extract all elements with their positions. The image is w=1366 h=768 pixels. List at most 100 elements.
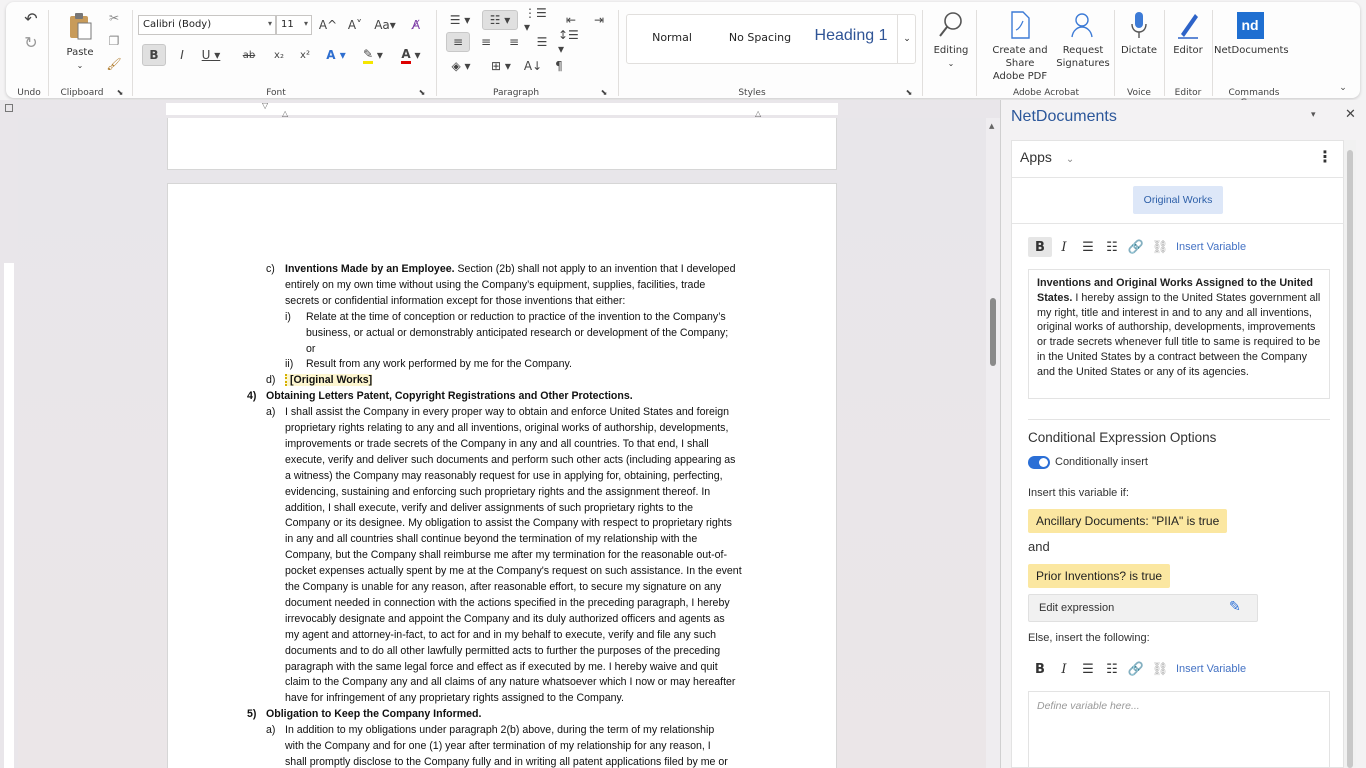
document-line[interactable]: secrets or confidential information exce… — [285, 293, 625, 309]
first-line-indent-icon[interactable]: ▽ — [262, 101, 268, 110]
style-normal[interactable]: Normal — [631, 31, 713, 44]
bold-button[interactable]: B — [142, 44, 166, 66]
document-line[interactable]: In addition to my obligations under para… — [285, 722, 714, 738]
pane-scrollbar-thumb[interactable] — [1347, 150, 1353, 768]
document-line[interactable]: shall promptly disclose to the Company f… — [285, 754, 728, 768]
document-line[interactable]: document needed in connection with the a… — [285, 595, 730, 611]
document-line[interactable]: claim to the Company any and all claims … — [285, 674, 735, 690]
font-size-dropdown[interactable]: 11 ▾ — [276, 15, 312, 35]
numbering-icon[interactable]: ☷ ▾ — [482, 10, 518, 30]
document-line[interactable]: entirely on my own time without using th… — [285, 277, 705, 293]
document-line[interactable]: proprietary rights relating to any and a… — [285, 420, 728, 436]
link-icon[interactable]: 🔗 — [1124, 659, 1148, 679]
style-heading-1[interactable]: Heading 1 — [803, 27, 899, 45]
highlight-color-icon[interactable]: ✎ ▾ — [358, 44, 388, 66]
numbered-list-icon[interactable]: ☷ — [1100, 659, 1124, 679]
document-line[interactable]: execute, verify and deliver such documen… — [285, 452, 735, 468]
document-line[interactable]: with the Company and for one (1) year af… — [285, 738, 711, 754]
superscript-button[interactable]: x² — [294, 44, 316, 66]
editing-button[interactable]: Editing ⌄ — [928, 10, 974, 70]
editor-button[interactable]: Editor — [1168, 10, 1208, 57]
document-line[interactable]: my agent and attorney-in-fact, to act fo… — [285, 627, 716, 643]
document-line[interactable]: evidencing, sustaining and enforcing suc… — [285, 484, 710, 500]
font-launcher-icon[interactable]: ⬊ — [416, 86, 428, 98]
paragraph-launcher-icon[interactable]: ⬊ — [598, 86, 610, 98]
variable-content-editor[interactable]: Inventions and Original Works Assigned t… — [1028, 269, 1330, 399]
change-case-button[interactable]: Aa ▾ — [370, 15, 400, 35]
styles-launcher-icon[interactable]: ⬊ — [903, 86, 915, 98]
document-line[interactable]: improvements or trade secrets of the Com… — [285, 436, 709, 452]
right-indent-icon[interactable]: △ — [755, 109, 761, 118]
document-line[interactable]: I shall assist the Company in every prop… — [285, 404, 729, 420]
pane-options-icon[interactable]: ▾ — [1311, 110, 1316, 120]
strikethrough-button[interactable]: ab — [238, 44, 260, 66]
condition-2[interactable]: Prior Inventions? is true — [1028, 564, 1171, 588]
bullet-list-icon[interactable]: ☰ — [1076, 237, 1100, 257]
italic-icon[interactable]: I — [1052, 659, 1076, 679]
condition-1[interactable]: Ancillary Documents: "PIIA" is true — [1028, 509, 1228, 533]
clear-formatting-icon[interactable]: A̸ — [406, 15, 426, 35]
unlink-icon[interactable]: ⛓ — [1148, 659, 1172, 679]
document-line[interactable]: Obtaining Letters Patent, Copyright Regi… — [266, 388, 633, 404]
create-share-pdf-button[interactable]: Create and Share Adobe PDF — [978, 10, 1062, 83]
bullets-icon[interactable]: ☰ ▾ — [446, 10, 474, 30]
more-options-icon[interactable]: ⋮ — [1317, 147, 1333, 166]
document-line[interactable]: Company, but the Company shall reimburse… — [285, 547, 727, 563]
italic-button[interactable]: I — [172, 44, 192, 66]
edit-expression-button[interactable]: Edit expression ✎ — [1028, 594, 1258, 622]
document-line[interactable]: Inventions Made by an Employee. Section … — [285, 261, 735, 277]
show-formatting-icon[interactable]: ¶ — [548, 56, 570, 76]
shading-icon[interactable]: ◈ ▾ — [446, 56, 476, 76]
bold-icon[interactable]: B — [1028, 659, 1052, 679]
request-signatures-button[interactable]: Request Signatures — [1056, 10, 1110, 70]
close-icon[interactable]: ✕ — [1345, 107, 1356, 122]
redo-icon[interactable]: ↻ — [20, 32, 42, 52]
hanging-indent-icon[interactable]: △ — [282, 109, 288, 118]
text-effects-icon[interactable]: A ▾ — [322, 44, 350, 66]
tab-selector-icon[interactable] — [5, 104, 13, 112]
else-content-editor[interactable]: Define variable here... — [1028, 691, 1330, 768]
conditional-toggle[interactable] — [1028, 456, 1050, 469]
cut-icon[interactable]: ✂ — [104, 9, 124, 27]
scroll-up-icon[interactable]: ▲ — [989, 122, 994, 130]
styles-more-icon[interactable]: ⌄ — [897, 15, 916, 63]
font-name-dropdown[interactable]: Calibri (Body) ▾ — [138, 15, 276, 35]
document-line[interactable]: Result from any work performed by me for… — [306, 356, 572, 372]
document-line[interactable]: addition, I shall execute, verify and de… — [285, 500, 693, 516]
grow-font-button[interactable]: A^ — [318, 15, 338, 35]
format-painter-icon[interactable]: 🖌 — [104, 55, 124, 73]
apps-dropdown[interactable]: Apps ⌄ — [1020, 149, 1074, 165]
style-no-spacing[interactable]: No Spacing — [719, 31, 801, 44]
italic-icon[interactable]: I — [1052, 237, 1076, 257]
bold-icon[interactable]: B — [1028, 237, 1052, 257]
align-center-icon[interactable]: ≡ — [474, 32, 498, 52]
line-spacing-icon[interactable]: ↕☰ ▾ — [558, 28, 588, 56]
chevron-down-icon[interactable]: ⌄ — [62, 59, 98, 72]
document-line[interactable]: documents and to do all other lawfully p… — [285, 643, 720, 659]
variable-chip[interactable]: Original Works — [1133, 186, 1223, 214]
document-line[interactable]: business, or actual or demonstrably anti… — [306, 325, 728, 341]
justify-icon[interactable]: ☰ — [530, 32, 554, 52]
document-scrollbar[interactable]: ▲ — [986, 118, 1000, 768]
borders-icon[interactable]: ⊞ ▾ — [484, 56, 518, 76]
document-line[interactable]: Obligation to Keep the Company Informed. — [266, 706, 481, 722]
undo-icon[interactable]: ↶ — [20, 8, 42, 28]
bullet-list-icon[interactable]: ☰ — [1076, 659, 1100, 679]
document-line[interactable]: Relate at the time of conception or redu… — [306, 309, 726, 325]
align-right-icon[interactable]: ≡ — [502, 32, 526, 52]
paste-button[interactable]: Paste ⌄ — [62, 12, 98, 72]
font-color-icon[interactable]: A ▾ — [396, 44, 426, 66]
unlink-icon[interactable]: ⛓ — [1148, 237, 1172, 257]
document-line[interactable]: in any and all countries shall continue … — [285, 531, 697, 547]
sort-icon[interactable]: A↓ — [522, 56, 544, 76]
insert-variable-link[interactable]: Insert Variable — [1176, 663, 1246, 675]
increase-indent-icon[interactable]: ⇥ — [588, 10, 610, 30]
numbered-list-icon[interactable]: ☷ — [1100, 237, 1124, 257]
document-line[interactable]: Company or its designee. My obligation t… — [285, 515, 732, 531]
collapse-ribbon-icon[interactable]: ⌄ — [1336, 82, 1350, 94]
document-line[interactable]: [Original Works] — [285, 372, 373, 388]
align-left-icon[interactable]: ≡ — [446, 32, 470, 52]
decrease-indent-icon[interactable]: ⇤ — [560, 10, 582, 30]
document-line[interactable]: the Company is unable for any reason, af… — [285, 579, 721, 595]
document-line[interactable]: have for infringement of any proprietary… — [285, 690, 624, 706]
